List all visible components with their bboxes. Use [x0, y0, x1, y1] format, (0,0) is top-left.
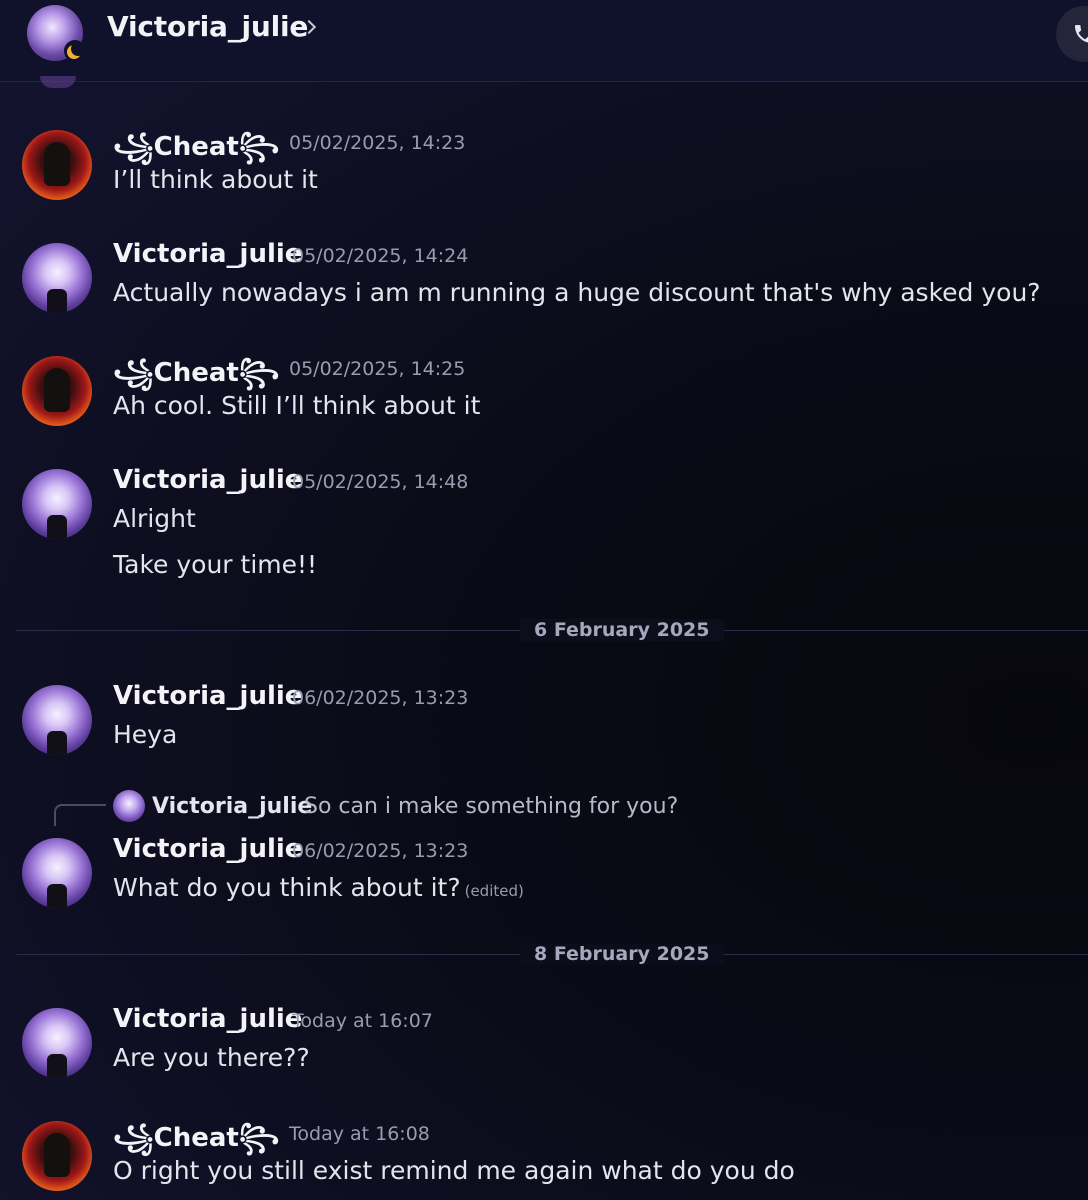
- message-author[interactable]: Victoria_julie: [113, 465, 302, 495]
- message-author[interactable]: Victoria_julie: [113, 681, 302, 711]
- message-text: I’ll think about it: [113, 165, 318, 194]
- message-timestamp: 05/02/2025, 14:25: [289, 358, 466, 380]
- message-timestamp: 05/02/2025, 14:48: [292, 471, 469, 493]
- phone-icon: [1075, 25, 1088, 43]
- message-timestamp: 05/02/2025, 14:23: [289, 132, 466, 154]
- avatar: [40, 76, 76, 88]
- message-text: Take your time!!: [113, 550, 318, 579]
- avatar[interactable]: [22, 1121, 92, 1191]
- avatar[interactable]: [22, 356, 92, 426]
- avatar[interactable]: [22, 838, 92, 908]
- channel-header: Victoria_julie: [0, 0, 1088, 82]
- message-timestamp: 05/02/2025, 14:24: [292, 245, 469, 267]
- message-timestamp: 06/02/2025, 13:23: [292, 687, 469, 709]
- message-text: Ah cool. Still I’ll think about it: [113, 391, 481, 420]
- avatar[interactable]: [22, 685, 92, 755]
- message-text: O right you still exist remind me again …: [113, 1156, 795, 1185]
- message-author[interactable]: Victoria_julie: [113, 239, 302, 269]
- date-divider-label: 8 February 2025: [520, 943, 724, 965]
- message-text-content: What do you think about it?: [113, 873, 461, 902]
- avatar[interactable]: [22, 243, 92, 313]
- edited-label: (edited): [464, 882, 524, 900]
- avatar[interactable]: [22, 1008, 92, 1078]
- header-title[interactable]: Victoria_julie: [107, 10, 308, 43]
- avatar[interactable]: [22, 130, 92, 200]
- message-author[interactable]: Victoria_julie: [113, 834, 302, 864]
- idle-moon-icon: [64, 40, 86, 62]
- reply-connector: [54, 804, 106, 826]
- message-text: Actually nowadays i am m running a huge …: [113, 278, 1041, 307]
- date-divider-label: 6 February 2025: [520, 619, 724, 641]
- message-timestamp: Today at 16:08: [289, 1123, 430, 1145]
- message-author[interactable]: Victoria_julie: [113, 1004, 302, 1034]
- message-text: Are you there??: [113, 1043, 310, 1072]
- avatar[interactable]: [113, 790, 145, 822]
- message-text: Alright: [113, 504, 196, 533]
- message-timestamp: 06/02/2025, 13:23: [292, 840, 469, 862]
- message-text: Heya: [113, 720, 178, 749]
- message-timestamp: Today at 16:07: [292, 1010, 433, 1032]
- call-button[interactable]: [1056, 6, 1088, 62]
- avatar[interactable]: [22, 469, 92, 539]
- message-text: What do you think about it? (edited): [113, 873, 524, 902]
- reply-author[interactable]: Victoria_julie: [152, 794, 312, 819]
- reply-preview[interactable]: So can i make something for you?: [304, 794, 678, 819]
